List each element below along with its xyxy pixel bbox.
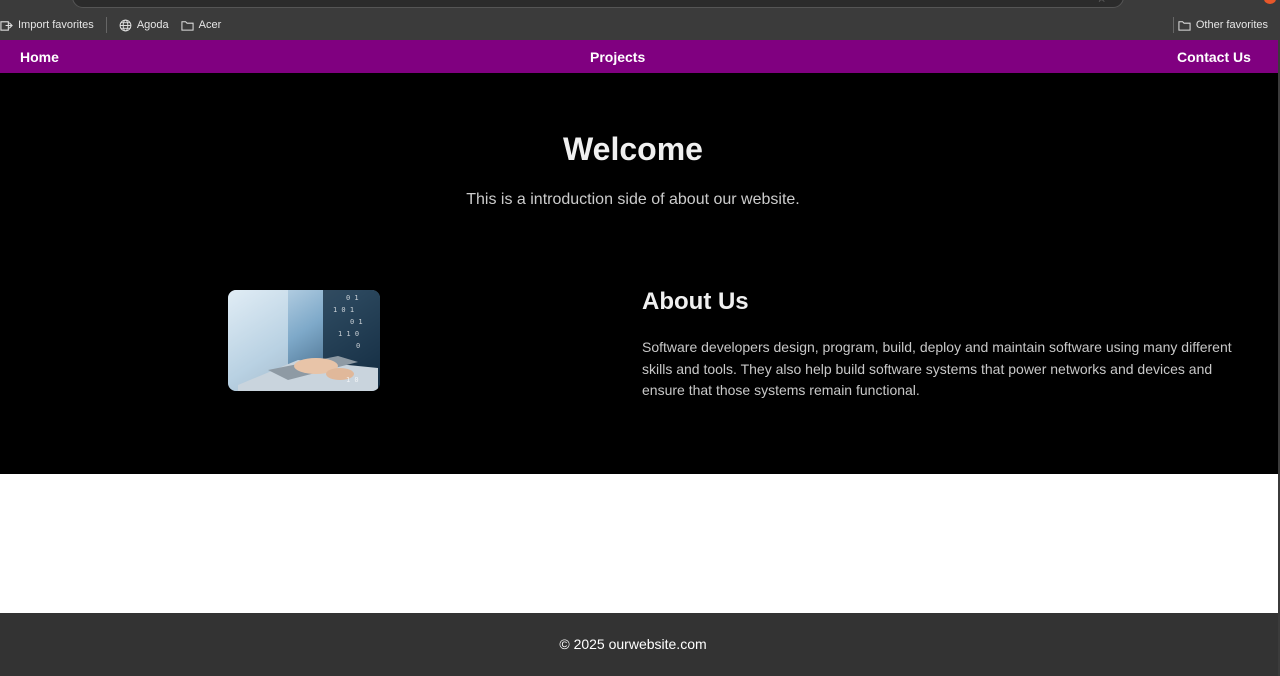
laptop-code-image: 0 1 1 0 1 0 1 1 1 0 0 1 0 [228,290,380,391]
address-bar[interactable]: ☆ [72,0,1124,8]
browser-chrome: ☆ Import favorites Agoda Acer Other favo… [0,0,1280,40]
svg-text:1 1 0: 1 1 0 [338,330,359,338]
bookmark-label: Acer [198,19,222,31]
bookmark-import-favorites[interactable]: Import favorites [0,14,100,36]
svg-text:0 1: 0 1 [350,318,363,326]
site-navbar: Home Projects Contact Us [0,40,1278,73]
bookmark-other-favorites[interactable]: Other favorites [1172,14,1274,36]
svg-text:0: 0 [356,342,360,350]
svg-text:0 1: 0 1 [346,294,359,302]
about-heading: About Us [642,288,749,315]
copyright-text: © 2025 ourwebsite.com [559,636,707,652]
bookmarks-bar: Import favorites Agoda Acer Other favori… [0,14,1280,36]
import-icon [0,20,13,31]
nav-contact-link[interactable]: Contact Us [1177,49,1251,65]
nav-projects-link[interactable]: Projects [590,49,645,65]
folder-icon [1178,20,1191,31]
bookmark-acer[interactable]: Acer [175,14,228,36]
bookmark-label: Agoda [136,19,169,31]
hero-section: Welcome This is a introduction side of a… [0,73,1278,474]
profile-avatar-icon[interactable] [1264,0,1276,4]
about-description: Software developers design, program, bui… [642,339,1232,398]
svg-text:1 0 1: 1 0 1 [333,306,354,314]
svg-text:1 0: 1 0 [346,376,359,384]
bookmark-label: Import favorites [18,19,94,31]
globe-icon [119,19,132,31]
nav-home-link[interactable]: Home [20,49,59,65]
intro-text: This is a introduction side of about our… [466,191,800,208]
site-footer: © 2025 ourwebsite.com [0,613,1278,676]
favorite-star-icon[interactable]: ☆ [1096,0,1107,5]
other-favorites-label: Other favorites [1195,19,1268,31]
welcome-heading: Welcome [563,131,703,167]
bookmark-agoda[interactable]: Agoda [113,14,175,36]
folder-icon [181,20,194,31]
bookmarks-divider [105,17,107,33]
